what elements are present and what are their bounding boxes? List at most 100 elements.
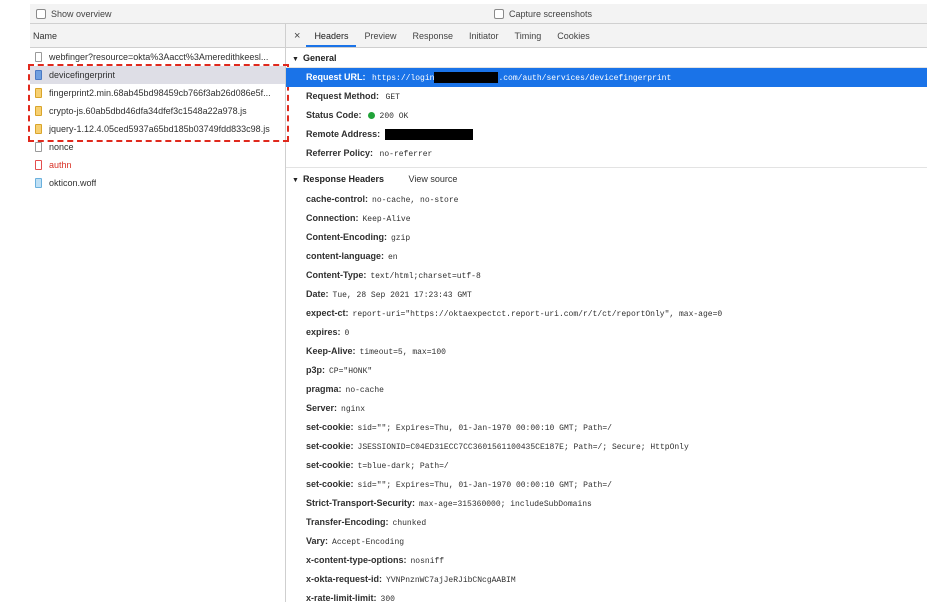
request-url-key: Request URL: (306, 72, 366, 82)
request-name: nonce (49, 142, 74, 152)
script-icon (35, 106, 42, 116)
response-header-row: x-okta-request-id: YVNPnznWC7ajJeRJibCNcg… (286, 570, 927, 589)
request-name: jquery-1.12.4.05ced5937a65bd185b03749fdd… (49, 124, 270, 134)
redaction-bar (384, 129, 473, 141)
request-name: crypto-js.60ab5dbd46dfa34dfef3c1548a22a9… (49, 106, 247, 116)
header-key: cache-control: (306, 194, 369, 204)
expand-triangle-icon: ▼ (292, 56, 299, 63)
show-overview-label: Show overview (51, 9, 112, 19)
header-value: Accept-Encoding (332, 538, 405, 547)
request-details-panel: × Headers Preview Response Initiator Tim… (286, 24, 927, 604)
document-icon (35, 160, 42, 170)
header-key: Vary: (306, 536, 329, 546)
header-key: set-cookie: (306, 422, 354, 432)
header-value: Keep-Alive (362, 215, 411, 224)
response-header-row: set-cookie: sid=""; Expires=Thu, 01-Jan-1… (286, 475, 927, 494)
response-header-row: Strict-Transport-Security: max-age=315360… (286, 494, 927, 513)
request-row-webfinger[interactable]: webfinger?resource=okta%3Aacct%3Ameredit… (30, 48, 285, 66)
referrer-policy-key: Referrer Policy: (306, 148, 374, 158)
document-icon (35, 52, 42, 62)
response-header-row: Content-Type: text/html;charset=utf-8 (286, 266, 927, 285)
header-key: Transfer-Encoding: (306, 517, 389, 527)
script-icon (35, 88, 42, 98)
header-value: YVNPnznWC7ajJeRJibCNcgAABIM (386, 576, 516, 585)
header-value: report-uri="https://oktaexpectct.report-… (352, 310, 723, 319)
header-key: Server: (306, 403, 338, 413)
tab-response[interactable]: Response (404, 25, 461, 47)
show-overview-checkbox[interactable] (36, 9, 46, 19)
response-header-row: Content-Encoding: gzip (286, 228, 927, 247)
request-url-prefix: https://login (372, 74, 435, 83)
header-value: JSESSIONID=C04ED31ECC7CC3601561100435CE1… (357, 443, 689, 452)
show-overview-option[interactable]: Show overview (36, 9, 112, 19)
response-header-row: Vary: Accept-Encoding (286, 532, 927, 551)
tab-preview[interactable]: Preview (356, 25, 404, 47)
request-list: Name webfinger?resource=okta%3Aacct%3Ame… (30, 24, 286, 602)
response-header-row: Connection: Keep-Alive (286, 209, 927, 228)
header-key: Keep-Alive: (306, 346, 356, 356)
capture-screenshots-checkbox[interactable] (494, 9, 504, 19)
network-toolbar: Show overview Capture screenshots (30, 4, 927, 24)
header-value: t=blue-dark; Path=/ (357, 462, 449, 471)
header-key: content-language: (306, 251, 384, 261)
header-value: timeout=5, max=100 (359, 348, 446, 357)
status-ok-icon (368, 112, 376, 120)
request-method-value: GET (385, 93, 400, 102)
capture-screenshots-option[interactable]: Capture screenshots (494, 9, 592, 19)
script-icon (35, 124, 42, 134)
general-section-header[interactable]: ▼ General (286, 48, 927, 68)
tab-headers[interactable]: Headers (306, 25, 357, 47)
request-row-nonce[interactable]: nonce (30, 138, 285, 156)
tab-timing[interactable]: Timing (507, 25, 550, 47)
status-code-value: 200 OK (379, 112, 409, 121)
tab-initiator[interactable]: Initiator (461, 25, 507, 47)
referrer-policy-value: no-referrer (379, 150, 433, 159)
header-value: no-cache (345, 386, 384, 395)
response-header-row: set-cookie: JSESSIONID=C04ED31ECC7CC36015… (286, 437, 927, 456)
header-value: CP="HONK" (329, 367, 373, 376)
font-file-icon (35, 178, 42, 188)
header-value: sid=""; Expires=Thu, 01-Jan-1970 00:00:1… (357, 481, 612, 490)
header-key: set-cookie: (306, 441, 354, 451)
request-method-row: Request Method: GET (286, 87, 927, 106)
header-key: expect-ct: (306, 308, 349, 318)
response-headers-title: Response Headers (302, 174, 384, 184)
header-value: nginx (341, 405, 366, 414)
header-key: Content-Type: (306, 270, 367, 280)
name-column-header[interactable]: Name (30, 24, 285, 48)
expand-triangle-icon: ▼ (292, 177, 299, 184)
response-header-row: p3p: CP="HONK" (286, 361, 927, 380)
header-value: nosniff (410, 557, 445, 566)
response-header-row: set-cookie: sid=""; Expires=Thu, 01-Jan-1… (286, 418, 927, 437)
header-value: sid=""; Expires=Thu, 01-Jan-1970 00:00:1… (357, 424, 612, 433)
request-url-row[interactable]: Request URL: https://login .com/auth/serv… (286, 68, 927, 87)
request-row-authn[interactable]: authn (30, 156, 285, 174)
request-row-fingerprint2[interactable]: fingerprint2.min.68ab45bd98459cb766f3ab2… (30, 84, 285, 102)
request-name: authn (49, 160, 72, 170)
redaction-bar (434, 72, 499, 84)
response-header-row: expect-ct: report-uri="https://oktaexpect… (286, 304, 927, 323)
header-key: Strict-Transport-Security: (306, 498, 416, 508)
response-headers-list: cache-control: no-cache, no-store Connecti… (286, 190, 927, 608)
tab-cookies[interactable]: Cookies (549, 25, 598, 47)
request-name: okticon.woff (49, 178, 97, 188)
response-header-row: Keep-Alive: timeout=5, max=100 (286, 342, 927, 361)
capture-screenshots-label: Capture screenshots (509, 9, 593, 19)
header-key: Connection: (306, 213, 359, 223)
header-key: x-content-type-options: (306, 555, 407, 565)
header-key: x-okta-request-id: (306, 574, 383, 584)
response-header-row: x-content-type-options: nosniff (286, 551, 927, 570)
request-row-devicefingerprint[interactable]: devicefingerprint (30, 66, 285, 84)
header-key: p3p: (306, 365, 325, 375)
request-row-okticon[interactable]: okticon.woff (30, 174, 285, 192)
response-header-row: content-language: en (286, 247, 927, 266)
response-header-row: set-cookie: t=blue-dark; Path=/ (286, 456, 927, 475)
response-headers-section-header[interactable]: ▼ Response Headers View source (286, 167, 927, 190)
details-tabs: × Headers Preview Response Initiator Tim… (286, 24, 927, 48)
request-row-crypto-js[interactable]: crypto-js.60ab5dbd46dfa34dfef3c1548a22a9… (30, 102, 285, 120)
request-name: fingerprint2.min.68ab45bd98459cb766f3ab2… (49, 88, 271, 98)
header-value: 0 (344, 329, 350, 338)
close-icon[interactable]: × (292, 25, 306, 47)
view-source-link[interactable]: View source (409, 174, 458, 184)
request-row-jquery[interactable]: jquery-1.12.4.05ced5937a65bd185b03749fdd… (30, 120, 285, 138)
